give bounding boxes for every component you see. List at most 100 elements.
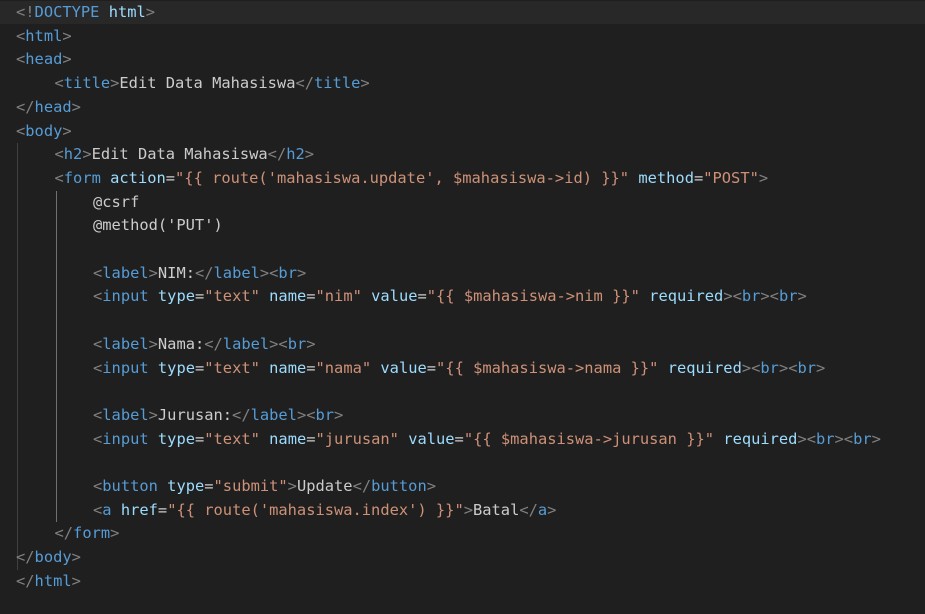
code-token-eq: = xyxy=(194,358,205,377)
code-line[interactable] xyxy=(0,238,925,261)
code-line[interactable]: <h2>Edit Data Mahasiswa</h2> xyxy=(0,143,925,166)
code-token-punct: > xyxy=(110,74,120,93)
code-token-text: Edit Data Mahasiswa xyxy=(91,145,268,164)
code-token-punct: > xyxy=(797,287,807,306)
code-token-tag: br xyxy=(741,287,761,306)
code-token-tag: form xyxy=(63,168,101,187)
code-line[interactable]: <form action="{{ route('mahasiswa.update… xyxy=(0,167,925,190)
code-line-content: @method('PUT') xyxy=(93,214,223,237)
code-token-punct: > xyxy=(547,500,557,519)
code-line-content: <input type="text" name="jurusan" value=… xyxy=(93,428,881,451)
code-token-str: "jurusan" xyxy=(315,429,399,448)
code-token-punct: > xyxy=(71,97,81,116)
code-token-eq: = xyxy=(426,358,437,377)
code-token-tag: DOCTYPE xyxy=(34,3,100,21)
code-token-punct: < xyxy=(54,74,64,93)
code-line-content: <input type="text" name="nama" value="{{… xyxy=(93,357,825,380)
code-token-punct: > xyxy=(110,524,120,543)
code-token-attr: type xyxy=(157,358,195,377)
code-token-punct: > xyxy=(148,405,158,424)
code-token-text: Jurusan: xyxy=(157,405,233,424)
code-line[interactable]: <!DOCTYPE html> xyxy=(0,1,925,24)
code-token-punct: >< xyxy=(296,405,316,424)
code-line[interactable]: <body> xyxy=(0,120,925,143)
code-token-tag: br xyxy=(760,358,779,377)
code-token-tag: br xyxy=(287,334,307,353)
code-token-str: "{{ $mahasiswa->jurusan }}" xyxy=(463,429,715,448)
code-token-punct: </ xyxy=(16,548,35,567)
code-token-punct: </ xyxy=(16,571,35,590)
code-token-str: "POST" xyxy=(703,168,759,187)
code-token-attr: required xyxy=(649,287,724,306)
code-line[interactable] xyxy=(0,451,925,474)
code-token-tag: form xyxy=(73,524,111,543)
code-editor[interactable]: <!DOCTYPE html> <html> <head> <title>Edit D… xyxy=(0,0,925,614)
code-token-punct: > xyxy=(463,500,473,519)
code-token-tag: br xyxy=(853,429,872,448)
code-token-attr: type xyxy=(167,477,205,495)
code-token-tag: body xyxy=(34,548,72,567)
code-line[interactable]: <head> xyxy=(0,48,925,71)
code-line[interactable]: </form> xyxy=(0,522,925,545)
code-token-punct: > xyxy=(148,263,158,282)
code-token-punct: </ xyxy=(519,500,538,519)
code-line[interactable]: <input type="text" name="nim" value="{{ … xyxy=(0,285,925,308)
code-token-eq: = xyxy=(417,287,427,306)
code-line[interactable]: </html> xyxy=(0,570,925,593)
code-token-punct: < xyxy=(93,500,103,519)
code-token-eq: = xyxy=(165,168,176,187)
code-token-punct: < xyxy=(93,334,103,353)
code-line[interactable]: <input type="text" name="jurusan" value=… xyxy=(0,428,925,451)
code-line[interactable]: <button type="submit">Update</button> xyxy=(0,475,925,498)
code-line[interactable]: @method('PUT') xyxy=(0,214,925,237)
code-token-tag: h2 xyxy=(63,145,83,164)
code-line[interactable]: <input type="text" name="nama" value="{{… xyxy=(0,357,925,380)
code-token-tag: label xyxy=(213,263,260,282)
code-line[interactable]: <a href="{{ route('mahasiswa.index') }}"… xyxy=(0,499,925,522)
code-token-attr: value xyxy=(371,287,418,306)
code-token-eq: = xyxy=(693,168,704,187)
code-line[interactable]: @csrf xyxy=(0,191,925,214)
code-token-directive: @csrf xyxy=(93,192,140,211)
code-token-punct: </ xyxy=(204,334,223,353)
code-token-punct: > xyxy=(360,74,370,93)
code-token-tag: label xyxy=(102,405,149,424)
code-token-punct: </ xyxy=(267,145,287,164)
code-token-tag: label xyxy=(250,405,297,424)
code-token-tag: h2 xyxy=(286,145,305,164)
code-token-eq: = xyxy=(194,429,205,448)
code-token-punct: >< xyxy=(778,358,798,377)
code-line[interactable]: <label>Jurusan:</label><br> xyxy=(0,404,925,427)
code-line[interactable]: </body> xyxy=(0,546,925,569)
code-line-content: </form> xyxy=(55,522,120,545)
code-token-punct: >< xyxy=(741,358,761,377)
code-token-str: "{{ route('mahasiswa.index') }}" xyxy=(167,500,464,519)
code-token-attr: type xyxy=(157,429,195,448)
code-line[interactable]: </head> xyxy=(0,96,925,119)
code-token-punct: </ xyxy=(16,97,35,116)
code-line-content: <form action="{{ route('mahasiswa.update… xyxy=(55,167,769,190)
code-line-content: <label>Jurusan:</label><br> xyxy=(93,404,343,427)
code-token-punct: > xyxy=(306,334,316,353)
code-token-tag: a xyxy=(102,500,112,519)
code-line[interactable] xyxy=(0,380,925,403)
code-token-attr: name xyxy=(269,429,307,448)
code-token-tag: label xyxy=(102,263,149,282)
code-line[interactable]: <label>Nama:</label><br> xyxy=(0,333,925,356)
code-token-str: "nama" xyxy=(315,358,372,377)
code-line[interactable] xyxy=(0,309,925,332)
code-line[interactable]: <title>Edit Data Mahasiswa</title> xyxy=(0,72,925,95)
code-line-content: <head> xyxy=(16,48,72,71)
code-token-text: Batal xyxy=(473,500,520,519)
code-line[interactable]: <html> xyxy=(0,25,925,48)
code-line-content: <title>Edit Data Mahasiswa</title> xyxy=(55,72,370,95)
code-token-attr: html xyxy=(108,3,146,21)
code-token-eq: = xyxy=(454,429,464,448)
code-line[interactable]: <label>NIM:</label><br> xyxy=(0,262,925,285)
code-token-punct: <! xyxy=(16,3,35,21)
code-line-content: </head> xyxy=(16,96,81,119)
code-token-str: "text" xyxy=(204,358,260,377)
